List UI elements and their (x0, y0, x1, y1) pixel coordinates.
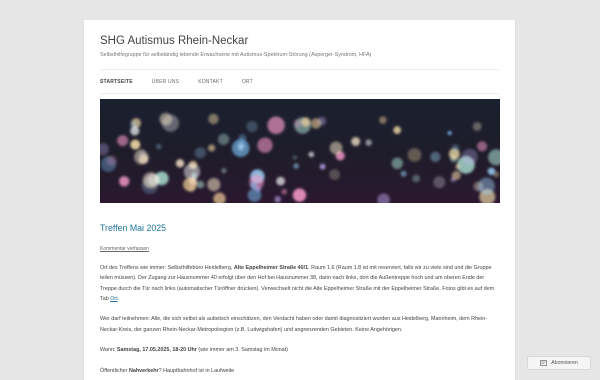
bokeh-light (117, 135, 129, 147)
nav-item-ort[interactable]: ORT (242, 79, 253, 85)
bokeh-light (310, 118, 322, 129)
paragraph-transport: Öffentlicher Nahverkehr? Hauptbahnhof is… (100, 366, 500, 376)
bokeh-light (196, 180, 205, 189)
ort-link[interactable]: Ort (110, 296, 118, 302)
bokeh-light (208, 113, 219, 125)
text: Ort des Treffens wie immer: Selbsthilfeb… (100, 265, 234, 271)
comment-link[interactable]: Kommentar verfassen (100, 246, 149, 252)
bokeh-light (134, 149, 149, 165)
bokeh-light (274, 196, 281, 203)
text: (wie immer am 3. Samstag im Monat) (196, 347, 288, 354)
bokeh-light (267, 116, 285, 135)
nav-item-kontakt[interactable]: KONTAKT (198, 79, 223, 85)
main-navigation: STARTSEITE ÜBER UNS KONTAKT ORT (100, 69, 499, 94)
bokeh-light (130, 139, 141, 150)
bokeh-light (391, 157, 403, 169)
bokeh-light (183, 177, 197, 192)
header-image (100, 99, 500, 203)
bokeh-light (400, 170, 407, 177)
bokeh-light (175, 159, 185, 168)
bokeh-light (106, 155, 117, 166)
bokeh-light (461, 148, 478, 165)
transport-strong: Nahverkehr (128, 367, 159, 374)
bokeh-light (430, 151, 441, 162)
bokeh-light (247, 188, 262, 202)
paragraph-location: Ort des Treffens wie immer: Selbsthilfeb… (100, 263, 500, 304)
paragraph-when: Wann: Samstag, 17.05.2025, 18-20 Uhr (wi… (100, 345, 500, 355)
bokeh-light (407, 148, 422, 162)
text: ? Hauptbahnhof ist in Laufweite (158, 367, 235, 374)
bokeh-light (433, 176, 446, 189)
paragraph-participants: Wer darf teilnehmen: Alle, die sich selb… (100, 316, 488, 333)
bokeh-light (156, 143, 162, 150)
bokeh-light (130, 126, 140, 136)
bokeh-light (365, 139, 372, 146)
bokeh-light (293, 163, 299, 169)
city-lights-bokeh (100, 99, 500, 203)
bokeh-light (281, 189, 287, 195)
bokeh-light (451, 144, 459, 152)
bokeh-light (217, 133, 230, 146)
bokeh-light (329, 141, 343, 155)
bokeh-light (207, 178, 221, 192)
bokeh-light (487, 167, 496, 175)
post-title[interactable]: Treffen Mai 2025 (100, 223, 166, 233)
bokeh-light (393, 126, 402, 134)
bokeh-light (221, 168, 227, 174)
bokeh-light (119, 176, 130, 187)
bokeh-light (208, 144, 216, 152)
nav-item-startseite[interactable]: STARTSEITE (100, 79, 133, 85)
bokeh-light (472, 122, 482, 131)
bokeh-light (276, 176, 285, 186)
bokeh-light (250, 182, 257, 189)
site-description: Selbsthilfegruppe für selbständig lebend… (100, 52, 372, 58)
bokeh-light (183, 163, 201, 180)
bokeh-light (159, 112, 173, 126)
bokeh-light (447, 131, 452, 135)
text: . (117, 295, 120, 302)
bokeh-light (292, 155, 297, 160)
site-title[interactable]: SHG Autismus Rhein-Neckar (100, 35, 248, 47)
bokeh-light (451, 170, 461, 180)
page-container: SHG Autismus Rhein-Neckar Selbsthilfegru… (84, 20, 515, 380)
text: Wann: (100, 347, 117, 354)
bokeh-light (329, 169, 340, 180)
bokeh-light (231, 139, 250, 157)
nav-item-ueber-uns[interactable]: ÜBER UNS (152, 79, 179, 85)
text: Öffentlicher (100, 367, 129, 374)
address-strong: Alte Eppelheimer Straße 40/1 (233, 265, 309, 271)
bokeh-light (147, 173, 160, 186)
bokeh-light (412, 174, 420, 183)
bokeh-light (308, 151, 315, 158)
bokeh-light (477, 177, 495, 195)
bokeh-light (319, 163, 326, 170)
bokeh-light (477, 141, 488, 152)
bokeh-light (246, 121, 258, 133)
bokeh-light (301, 117, 311, 127)
follow-icon (540, 360, 548, 366)
follow-button[interactable]: Abonnieren (527, 356, 591, 370)
bokeh-light (293, 119, 302, 128)
bokeh-light (194, 147, 206, 159)
bokeh-light (379, 116, 387, 124)
date-strong: Samstag, 17.05.2025, 18-20 Uhr (116, 347, 197, 354)
follow-label: Abonnieren (551, 360, 578, 366)
bokeh-light (257, 137, 273, 153)
bokeh-light (292, 188, 307, 202)
post-content: Ort des Treffens wie immer: Selbsthilfeb… (100, 263, 500, 380)
bokeh-light (351, 137, 361, 146)
bokeh-light (455, 164, 461, 170)
